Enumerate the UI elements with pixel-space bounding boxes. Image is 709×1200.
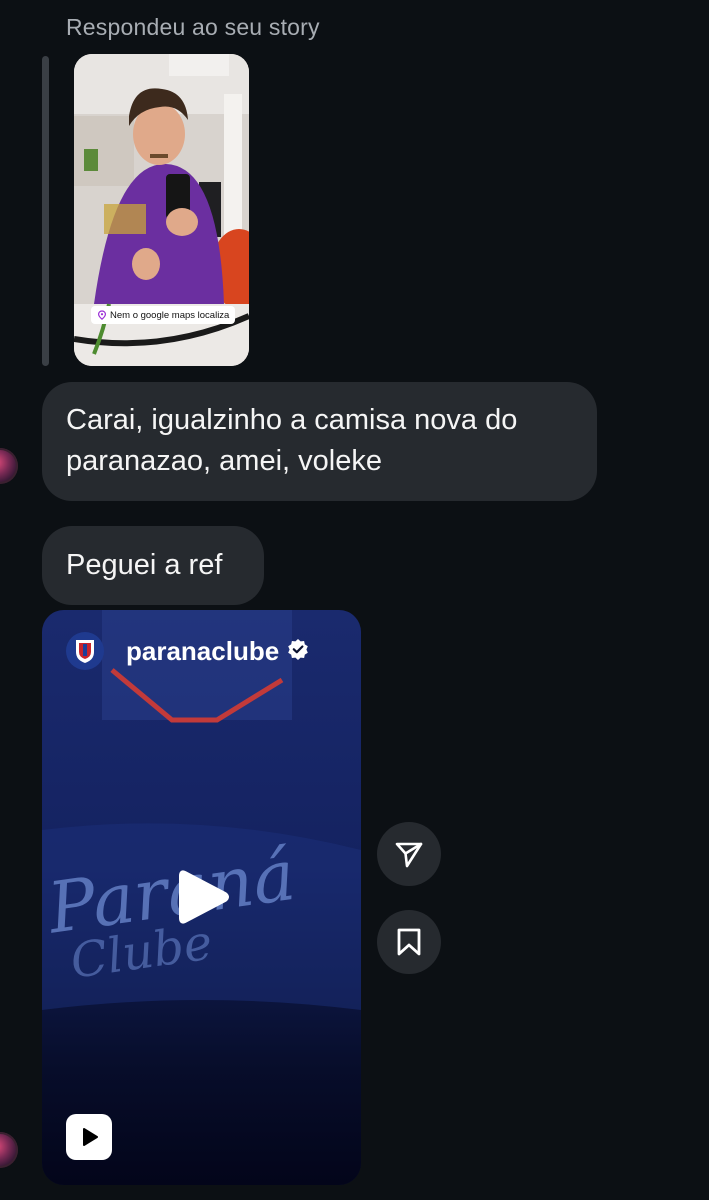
reel-username: paranaclube [126,635,280,666]
save-button[interactable] [377,910,441,974]
play-button[interactable] [175,867,231,927]
reel-username-row[interactable]: paranaclube [126,636,309,667]
verified-badge-icon [287,636,309,667]
share-button[interactable] [377,822,441,886]
reel-header: paranaclube [66,632,309,670]
club-crest-icon [76,640,94,663]
sender-avatar[interactable] [0,1132,18,1168]
bookmark-icon [397,928,421,956]
share-icon [395,842,423,868]
play-icon [179,870,229,924]
sender-avatar[interactable] [0,448,18,484]
message-text: Peguei a ref [66,549,223,581]
reels-icon [66,1114,112,1160]
location-pin-icon [97,310,107,320]
story-reply-label: Respondeu ao seu story [66,14,320,40]
message-bubble[interactable]: Peguei a ref [42,526,264,605]
reel-author-avatar[interactable] [66,632,104,670]
shared-reel-card[interactable]: Paraná Clube paranaclube [42,610,361,1185]
story-thumbnail[interactable]: Nem o google maps localiza [74,54,249,366]
message-text: Carai, igualzinho a camisa nova do paran… [66,404,518,477]
location-sticker-text: Nem o google maps localiza [110,309,230,321]
message-bubble[interactable]: Carai, igualzinho a camisa nova do paran… [42,382,597,501]
reply-quote-bar [42,56,49,366]
location-sticker: Nem o google maps localiza [91,306,236,324]
